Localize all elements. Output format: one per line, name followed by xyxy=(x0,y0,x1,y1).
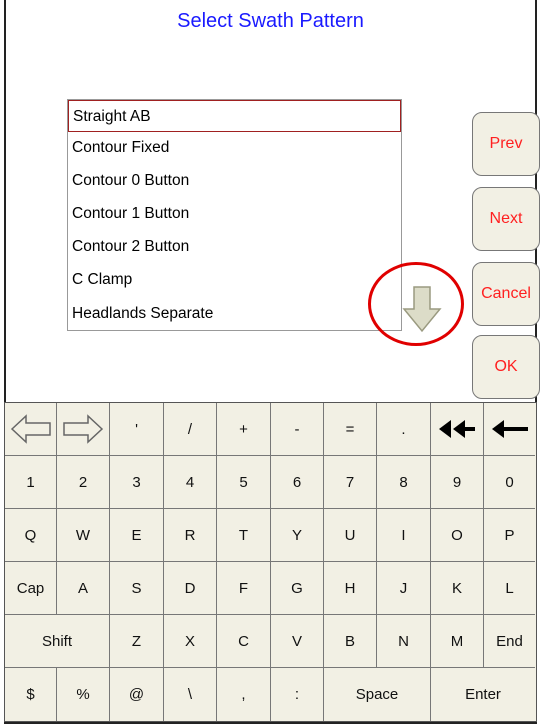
key-q[interactable]: Q xyxy=(5,509,57,562)
key-t[interactable]: T xyxy=(217,509,271,562)
key-backslash[interactable]: \ xyxy=(164,668,217,721)
key-m[interactable]: M xyxy=(431,615,484,668)
key-c[interactable]: C xyxy=(217,615,271,668)
double-back-arrow-icon xyxy=(437,418,477,440)
key-4[interactable]: 4 xyxy=(164,456,217,509)
list-item-contour-2-button[interactable]: Contour 2 Button xyxy=(68,231,401,263)
key-right-arrow[interactable] xyxy=(57,403,110,456)
key-shift[interactable]: Shift xyxy=(5,615,110,668)
key-e[interactable]: E xyxy=(110,509,164,562)
list-item-c-clamp[interactable]: C Clamp xyxy=(68,264,401,296)
right-outline-arrow-icon xyxy=(62,414,104,444)
key-2[interactable]: 2 xyxy=(57,456,110,509)
list-item-straight-ab[interactable]: Straight AB xyxy=(68,100,401,132)
key-s[interactable]: S xyxy=(110,562,164,615)
key-plus[interactable]: + xyxy=(217,403,271,456)
key-dollar[interactable]: $ xyxy=(5,668,57,721)
key-slash[interactable]: / xyxy=(164,403,217,456)
key-g[interactable]: G xyxy=(271,562,324,615)
key-colon[interactable]: : xyxy=(271,668,324,721)
key-i[interactable]: I xyxy=(377,509,431,562)
key-3[interactable]: 3 xyxy=(110,456,164,509)
key-o[interactable]: O xyxy=(431,509,484,562)
key-comma[interactable]: , xyxy=(217,668,271,721)
on-screen-keyboard: ' / + - = . 1 2 3 4 5 6 7 8 9 0 Q W E R … xyxy=(4,402,537,722)
left-outline-arrow-icon xyxy=(10,414,52,444)
key-x[interactable]: X xyxy=(164,615,217,668)
key-b[interactable]: B xyxy=(324,615,377,668)
backspace-arrow-icon xyxy=(490,418,530,440)
key-n[interactable]: N xyxy=(377,615,431,668)
key-h[interactable]: H xyxy=(324,562,377,615)
key-8[interactable]: 8 xyxy=(377,456,431,509)
key-j[interactable]: J xyxy=(377,562,431,615)
list-item-contour-0-button[interactable]: Contour 0 Button xyxy=(68,165,401,197)
key-end[interactable]: End xyxy=(484,615,535,668)
key-p[interactable]: P xyxy=(484,509,535,562)
key-d[interactable]: D xyxy=(164,562,217,615)
key-period[interactable]: . xyxy=(377,403,431,456)
key-v[interactable]: V xyxy=(271,615,324,668)
key-u[interactable]: U xyxy=(324,509,377,562)
key-backspace[interactable] xyxy=(484,403,535,456)
swath-pattern-list[interactable]: Straight AB Contour Fixed Contour 0 Butt… xyxy=(67,99,402,331)
key-k[interactable]: K xyxy=(431,562,484,615)
highlight-circle xyxy=(368,262,464,346)
key-minus[interactable]: - xyxy=(271,403,324,456)
dialog-title: Select Swath Pattern xyxy=(177,10,364,32)
cancel-button[interactable]: Cancel xyxy=(472,262,540,326)
key-equals[interactable]: = xyxy=(324,403,377,456)
key-1[interactable]: 1 xyxy=(5,456,57,509)
next-button[interactable]: Next xyxy=(472,187,540,251)
key-at[interactable]: @ xyxy=(110,668,164,721)
key-enter[interactable]: Enter xyxy=(431,668,535,721)
key-y[interactable]: Y xyxy=(271,509,324,562)
key-f[interactable]: F xyxy=(217,562,271,615)
list-item-contour-fixed[interactable]: Contour Fixed xyxy=(68,132,401,164)
key-l[interactable]: L xyxy=(484,562,535,615)
ok-button[interactable]: OK xyxy=(472,335,540,399)
key-apostrophe[interactable]: ' xyxy=(110,403,164,456)
key-6[interactable]: 6 xyxy=(271,456,324,509)
key-left-arrow[interactable] xyxy=(5,403,57,456)
key-w[interactable]: W xyxy=(57,509,110,562)
key-percent[interactable]: % xyxy=(57,668,110,721)
list-item-contour-1-button[interactable]: Contour 1 Button xyxy=(68,198,401,230)
key-9[interactable]: 9 xyxy=(431,456,484,509)
prev-button[interactable]: Prev xyxy=(472,112,540,176)
key-0[interactable]: 0 xyxy=(484,456,535,509)
list-item-headlands-separate[interactable]: Headlands Separate xyxy=(68,298,401,330)
key-caps[interactable]: Cap xyxy=(5,562,57,615)
key-space[interactable]: Space xyxy=(324,668,431,721)
key-z[interactable]: Z xyxy=(110,615,164,668)
key-delete-word[interactable] xyxy=(431,403,484,456)
key-7[interactable]: 7 xyxy=(324,456,377,509)
key-a[interactable]: A xyxy=(57,562,110,615)
key-5[interactable]: 5 xyxy=(217,456,271,509)
key-r[interactable]: R xyxy=(164,509,217,562)
